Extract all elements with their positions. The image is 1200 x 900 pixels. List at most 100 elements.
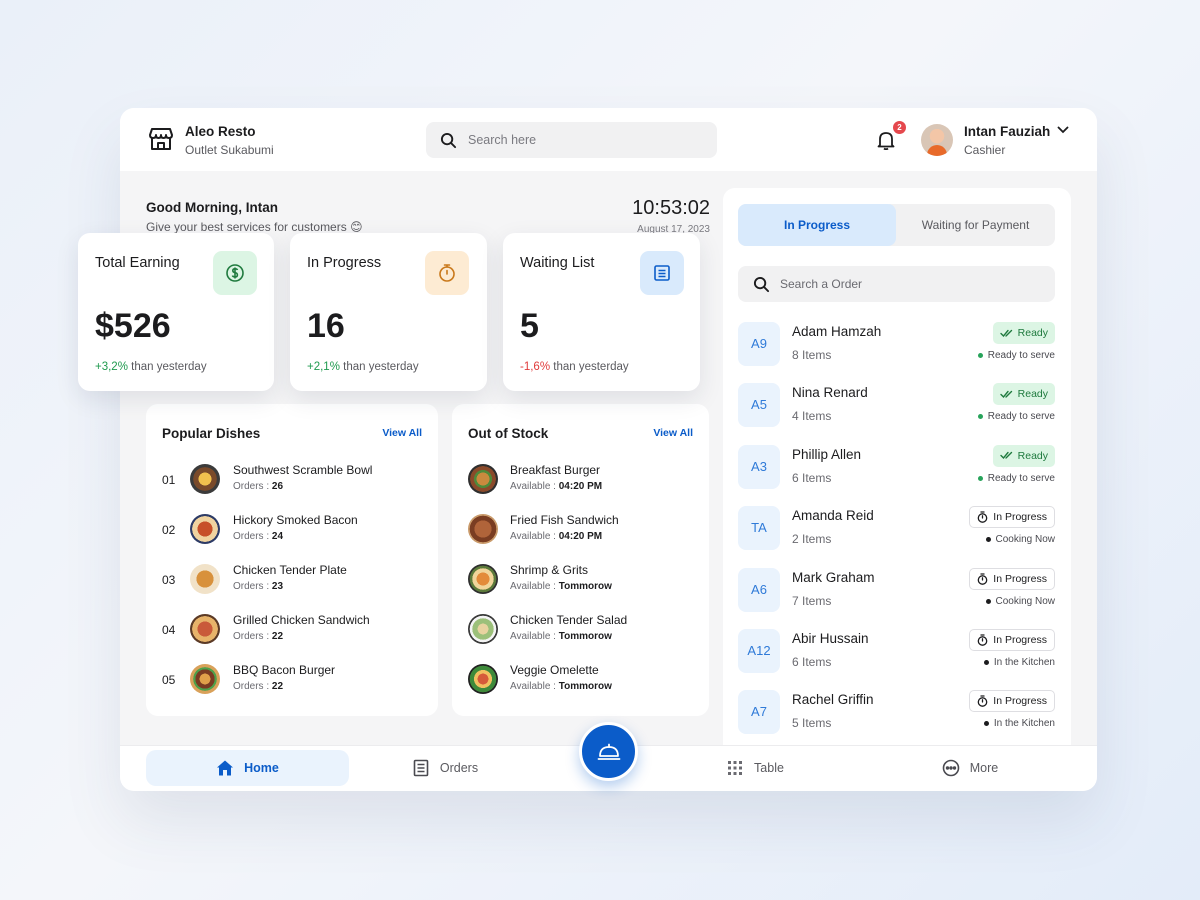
customer-name: Rachel Griffin — [792, 692, 874, 708]
grid-icon — [728, 761, 743, 775]
customer-name: Amanda Reid — [792, 508, 874, 524]
order-search-bar[interactable] — [738, 266, 1055, 302]
order-row[interactable]: TA Amanda Reid 2 Items In Progress Cooking N… — [738, 506, 1055, 551]
order-table-badge: A12 — [738, 629, 780, 673]
dish-availability: Available : Tommorow — [510, 581, 612, 592]
dish-name: Chicken Tender Plate — [233, 563, 347, 577]
stat-card-total-earning: Total Earning $526 +3,2% than yesterday — [78, 233, 274, 391]
list-item[interactable]: Shrimp & Grits Available : Tommorow — [468, 563, 708, 596]
double-check-icon — [999, 452, 1012, 460]
order-row[interactable]: A3 Phillip Allen 6 Items Ready Ready to serv… — [738, 444, 1055, 489]
dish-availability: Available : Tommorow — [510, 631, 612, 642]
dish-image — [468, 464, 498, 494]
dish-name: Grilled Chicken Sandwich — [233, 613, 370, 627]
nav-orders[interactable]: Orders — [360, 750, 530, 786]
list-item[interactable]: 02 Hickory Smoked Bacon Orders : 24 — [162, 513, 422, 546]
dish-name: Breakfast Burger — [510, 463, 601, 477]
order-items-count: 6 Items — [792, 655, 832, 669]
customer-name: Phillip Allen — [792, 446, 862, 462]
status-detail: Cooking Now — [985, 596, 1055, 607]
serve-button[interactable] — [579, 722, 638, 781]
user-name[interactable]: Intan Fauziah — [964, 124, 1050, 139]
search-icon — [440, 132, 457, 149]
double-check-icon — [999, 390, 1012, 398]
order-row[interactable]: A7 Rachel Griffin 5 Items In Progress In the… — [738, 690, 1055, 735]
order-search-input[interactable] — [780, 266, 1040, 302]
dish-image — [468, 514, 498, 544]
order-tabs: In Progress Waiting for Payment — [738, 204, 1055, 246]
stock-view-all-link[interactable]: View All — [653, 427, 693, 439]
avatar[interactable] — [921, 124, 953, 156]
search-input[interactable] — [468, 122, 708, 158]
top-bar: Aleo Resto Outlet Sukabumi 2 Intan Fauzi… — [120, 108, 1097, 171]
order-table-badge: TA — [738, 506, 780, 551]
nav-table-label: Table — [754, 761, 784, 775]
status-detail: Cooking Now — [985, 534, 1055, 545]
dish-image — [190, 614, 220, 644]
popular-view-all-link[interactable]: View All — [382, 427, 422, 439]
order-row[interactable]: A6 Mark Graham 7 Items In Progress Cooking N… — [738, 567, 1055, 612]
dish-rank: 02 — [162, 523, 176, 537]
tab-waiting-payment[interactable]: Waiting for Payment — [896, 204, 1055, 246]
document-icon — [654, 265, 670, 281]
stat-change: -1,6% than yesterday — [520, 361, 629, 373]
stat-icon-box — [425, 251, 469, 295]
nav-more[interactable]: More — [900, 750, 1040, 786]
greeting-title: Good Morning, Intan — [146, 200, 278, 215]
order-row[interactable]: A12 Abir Hussain 6 Items In Progress In the … — [738, 629, 1055, 673]
order-row[interactable]: A9 Adam Hamzah 8 Items Ready Ready to serve — [738, 322, 1055, 366]
notification-badge: 2 — [893, 121, 906, 134]
customer-name: Nina Renard — [792, 385, 868, 401]
store-icon — [149, 128, 173, 150]
dish-image — [468, 614, 498, 644]
list-item[interactable]: Fried Fish Sandwich Available : 04:20 PM — [468, 513, 708, 546]
chevron-down-icon[interactable] — [1057, 126, 1069, 134]
status-detail: Ready to serve — [977, 411, 1055, 422]
tab-in-progress[interactable]: In Progress — [738, 204, 896, 246]
orders-panel: In Progress Waiting for Payment A9 Adam H… — [723, 188, 1071, 748]
list-item[interactable]: 05 BBQ Bacon Burger Orders : 22 — [162, 663, 422, 696]
dish-orders: Orders : 24 — [233, 531, 284, 542]
stat-card-waiting-list: Waiting List 5 -1,6% than yesterday — [503, 233, 700, 391]
stat-change: +2,1% than yesterday — [307, 361, 419, 373]
order-items-count: 6 Items — [792, 470, 832, 485]
list-item[interactable]: 01 Southwest Scramble Bowl Orders : 26 — [162, 463, 422, 496]
nav-table[interactable]: Table — [680, 750, 830, 786]
nav-home[interactable]: Home — [146, 750, 349, 786]
order-table-badge: A5 — [738, 383, 780, 428]
dish-name: Chicken Tender Salad — [510, 613, 628, 627]
list-item[interactable]: Veggie Omelette Available : Tommorow — [468, 663, 708, 696]
stopwatch-icon — [977, 511, 988, 524]
order-items-count: 5 Items — [792, 716, 832, 731]
outlet-name: Outlet Sukabumi — [185, 143, 274, 157]
stat-title: Total Earning — [95, 255, 180, 271]
status-badge: In Progress — [969, 506, 1055, 529]
dish-orders: Orders : 23 — [233, 581, 284, 592]
stat-title: In Progress — [307, 255, 382, 271]
order-items-count: 2 Items — [792, 532, 832, 547]
list-item[interactable]: Breakfast Burger Available : 04:20 PM — [468, 463, 708, 496]
dish-rank: 04 — [162, 623, 176, 637]
dish-rank: 03 — [162, 573, 176, 587]
status-badge: Ready — [992, 322, 1055, 344]
order-items-count: 7 Items — [792, 593, 832, 608]
dish-orders: Orders : 22 — [233, 681, 284, 692]
status-badge: In Progress — [969, 567, 1055, 590]
list-item[interactable]: 04 Grilled Chicken Sandwich Orders : 22 — [162, 613, 422, 646]
stat-icon-box — [213, 251, 257, 295]
dish-orders: Orders : 26 — [233, 481, 284, 492]
popular-dishes-title: Popular Dishes — [162, 426, 261, 441]
stat-value: 16 — [307, 307, 345, 345]
dish-rank: 05 — [162, 673, 176, 687]
list-item[interactable]: 03 Chicken Tender Plate Orders : 23 — [162, 563, 422, 596]
dish-name: Southwest Scramble Bowl — [233, 463, 373, 477]
search-bar[interactable] — [426, 122, 717, 158]
nav-orders-label: Orders — [439, 761, 479, 775]
status-detail: Ready to serve — [977, 350, 1055, 361]
dish-name: Veggie Omelette — [510, 663, 599, 677]
status-badge: In Progress — [969, 690, 1055, 713]
dish-image — [468, 564, 498, 594]
bell-icon[interactable] — [877, 130, 895, 150]
list-item[interactable]: Chicken Tender Salad Available : Tommoro… — [468, 613, 708, 646]
order-row[interactable]: A5 Nina Renard 4 Items Ready Ready to serve — [738, 383, 1055, 428]
